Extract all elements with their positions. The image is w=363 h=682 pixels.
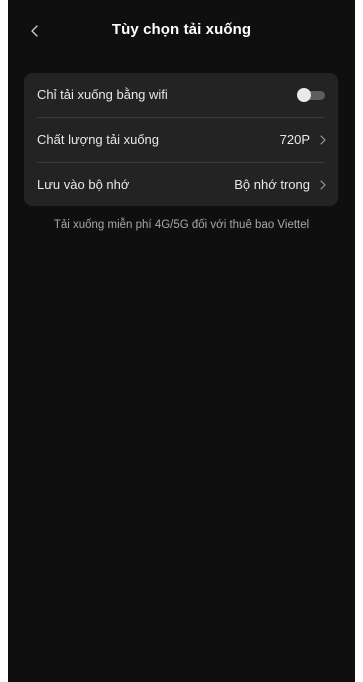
wifi-only-label: Chỉ tải xuống bằng wifi bbox=[37, 87, 168, 102]
wifi-only-toggle[interactable] bbox=[297, 88, 325, 102]
free-data-note: Tải xuống miễn phí 4G/5G đối với thuê ba… bbox=[53, 219, 310, 231]
storage-location-row[interactable]: Lưu vào bộ nhớ Bộ nhớ trong bbox=[24, 163, 338, 206]
settings-card: Chỉ tải xuống bằng wifi Chất lượng tải x… bbox=[24, 73, 338, 206]
toggle-knob bbox=[297, 88, 311, 102]
download-quality-row[interactable]: Chất lượng tải xuống 720P bbox=[24, 118, 338, 162]
header: Tùy chọn tải xuống bbox=[8, 0, 355, 64]
download-quality-value: 720P bbox=[279, 132, 310, 147]
wifi-only-row: Chỉ tải xuống bằng wifi bbox=[24, 73, 338, 117]
chevron-right-icon bbox=[320, 180, 326, 190]
storage-location-label: Lưu vào bộ nhớ bbox=[37, 177, 130, 192]
chevron-right-icon bbox=[320, 135, 326, 145]
download-options-screen: Tùy chọn tải xuống Chỉ tải xuống bằng wi… bbox=[8, 0, 355, 682]
storage-location-value: Bộ nhớ trong bbox=[234, 177, 310, 192]
download-quality-label: Chất lượng tải xuống bbox=[37, 132, 160, 147]
page-title: Tùy chọn tải xuống bbox=[111, 21, 252, 38]
